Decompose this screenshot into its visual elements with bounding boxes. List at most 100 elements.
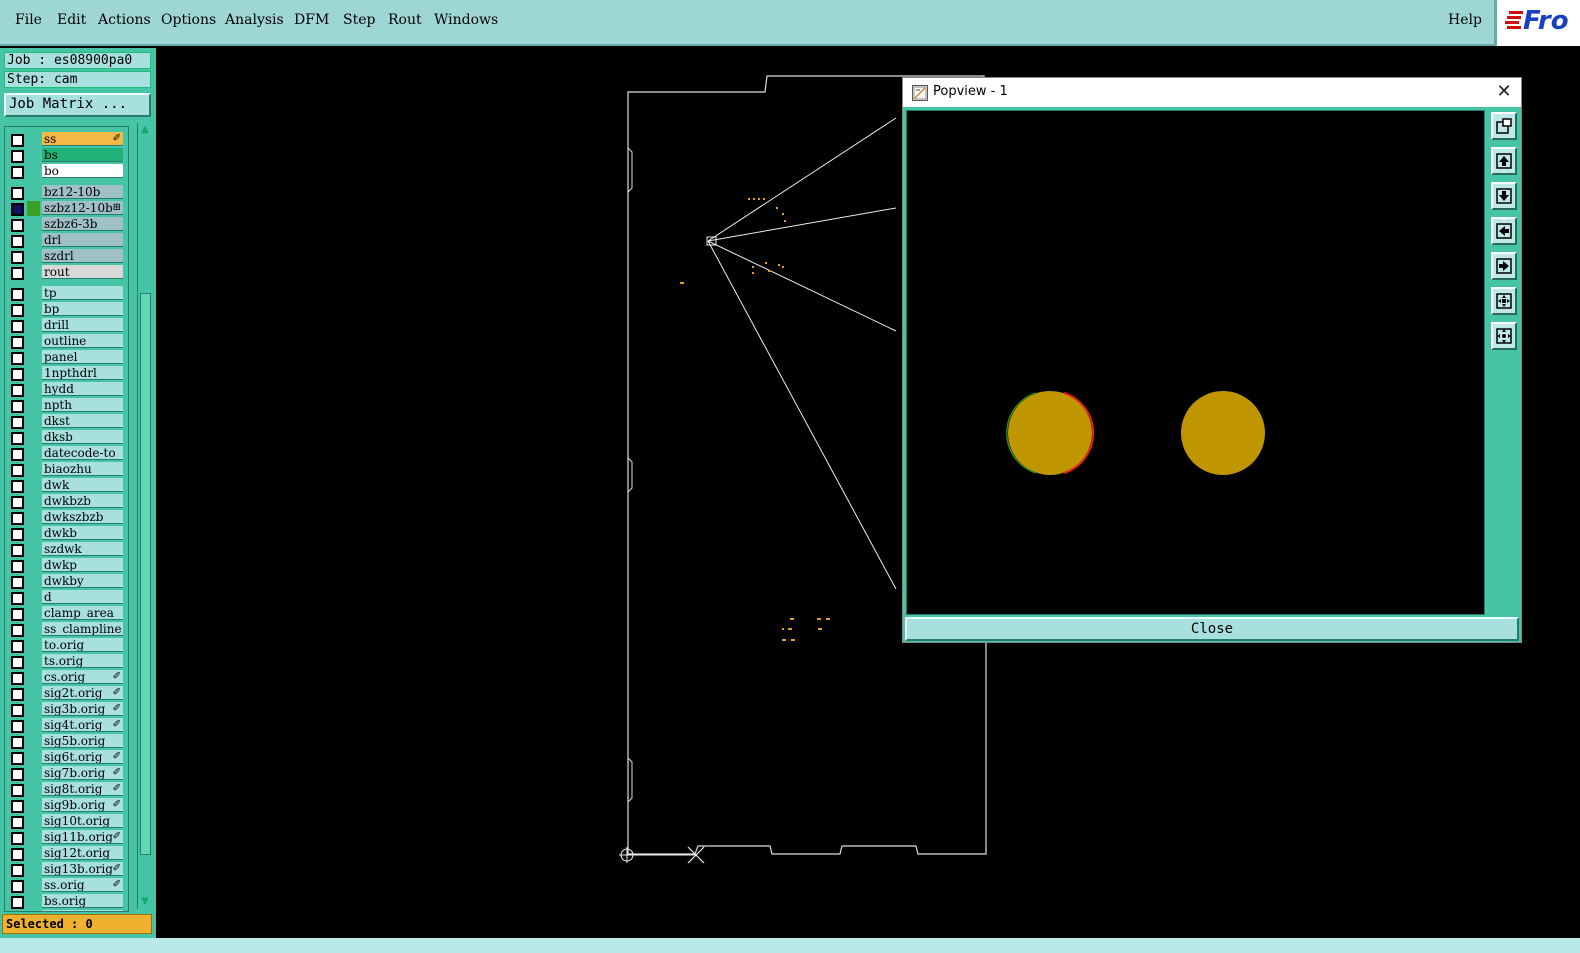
layer-name[interactable]: dwkb [42,526,123,540]
layer-row[interactable]: dksb [5,430,128,445]
menu-step[interactable]: Step [343,12,375,28]
layer-row[interactable]: sig6t.orig ✐ [5,750,128,765]
layer-name[interactable]: szdrl [42,249,123,263]
layer-affected-checkbox[interactable] [11,352,24,365]
layer-name[interactable]: sig8t.orig ✐ [42,782,123,796]
layer-name[interactable]: biaozhu [42,462,123,476]
layer-affected-checkbox[interactable] [11,656,24,669]
popview-titlebar[interactable]: Popview - 1 ✕ [903,78,1521,107]
layer-row[interactable]: hydd [5,382,128,397]
layer-name[interactable]: ss_clampline [42,622,123,636]
layer-affected-checkbox[interactable] [11,267,24,280]
layer-name[interactable]: dkst [42,414,123,428]
layer-row[interactable]: dwkby [5,574,128,589]
layer-row[interactable]: dkst [5,414,128,429]
scrollbar-thumb[interactable] [140,293,151,855]
layer-name[interactable]: tp [42,286,123,300]
layer-row[interactable]: sig7b.orig ✐ [5,766,128,781]
layer-row[interactable]: szdrl [5,249,128,264]
layer-row[interactable]: drill [5,318,128,333]
scroll-up-icon[interactable]: ▲ [138,123,152,137]
layer-affected-checkbox[interactable] [11,560,24,573]
layer-affected-checkbox[interactable] [11,832,24,845]
zoom-window-button[interactable] [1491,112,1517,140]
menu-analysis[interactable]: Analysis [225,12,284,28]
layer-affected-checkbox[interactable] [11,480,24,493]
layer-row[interactable]: ts.orig [5,654,128,669]
layer-row[interactable]: dwk [5,478,128,493]
layer-name[interactable]: ss.orig ✐ [42,878,123,892]
layer-name[interactable]: sig3b.orig ✐ [42,702,123,716]
layer-affected-checkbox[interactable] [11,416,24,429]
popview-canvas[interactable] [906,110,1485,615]
layer-affected-checkbox[interactable] [11,688,24,701]
layer-affected-checkbox[interactable] [11,864,24,877]
layer-name[interactable]: bs [42,148,123,162]
layer-row[interactable]: dwkszbzb [5,510,128,525]
layer-affected-checkbox[interactable] [11,544,24,557]
layer-name[interactable]: dwkp [42,558,123,572]
layer-name[interactable]: sig5b.orig [42,734,123,748]
menu-dfm[interactable]: DFM [294,12,329,28]
layer-name[interactable]: d [42,590,123,604]
layer-name[interactable]: sig12t.orig [42,846,123,860]
layer-display-marker[interactable] [27,201,40,216]
layer-name[interactable]: bp [42,302,123,316]
layer-row[interactable]: bz12-10b [5,185,128,200]
layer-row[interactable]: dwkb [5,526,128,541]
layer-name[interactable]: sig13b.orig ✐ [42,862,123,876]
layer-affected-checkbox[interactable] [11,720,24,733]
layer-name[interactable]: sig9b.orig ✐ [42,798,123,812]
layer-affected-checkbox[interactable] [11,400,24,413]
layer-affected-checkbox[interactable] [11,235,24,248]
menu-edit[interactable]: Edit [57,12,86,28]
layer-row[interactable]: d [5,590,128,605]
close-icon[interactable]: ✕ [1493,80,1515,104]
layer-affected-checkbox[interactable] [11,320,24,333]
menu-rout[interactable]: Rout [388,12,422,28]
layer-row[interactable]: sig5b.orig [5,734,128,749]
layer-row[interactable]: 1npthdrl [5,366,128,381]
layer-affected-checkbox[interactable] [11,219,24,232]
layer-name[interactable]: szbz12-10b ⊞ [42,201,123,215]
layer-affected-checkbox[interactable] [11,384,24,397]
layer-affected-checkbox[interactable] [11,816,24,829]
layer-affected-checkbox[interactable] [11,896,24,909]
layer-row[interactable]: bs [5,148,128,163]
layer-name[interactable]: panel [42,350,123,364]
layer-row[interactable]: bs.orig [5,894,128,909]
layer-row[interactable]: cs.orig ✐ [5,670,128,685]
layer-affected-checkbox[interactable] [11,592,24,605]
layer-affected-checkbox[interactable] [11,187,24,200]
layer-affected-checkbox[interactable] [11,768,24,781]
layer-name[interactable]: to.orig [42,638,123,652]
layer-name[interactable]: bs.orig [42,894,123,908]
layer-row[interactable]: sig9b.orig ✐ [5,798,128,813]
layer-row[interactable]: sig4t.orig ✐ [5,718,128,733]
layer-row[interactable]: rout [5,265,128,280]
layer-row[interactable]: sig8t.orig ✐ [5,782,128,797]
pan-up-button[interactable] [1491,147,1517,175]
layer-row[interactable]: bp [5,302,128,317]
layer-name[interactable]: datecode-to [42,446,123,460]
layer-name[interactable]: sig7b.orig ✐ [42,766,123,780]
layer-row[interactable]: npth [5,398,128,413]
layer-list-scrollbar[interactable]: ▲ ▼ [137,123,152,909]
layer-affected-checkbox[interactable] [11,134,24,147]
layer-row[interactable]: biaozhu [5,462,128,477]
layer-row[interactable]: bo [5,164,128,179]
layer-name[interactable]: dwkbzb [42,494,123,508]
layer-name[interactable]: sig10t.orig [42,814,123,828]
menu-help[interactable]: Help [1448,12,1482,28]
layer-row[interactable]: ss_clampline [5,622,128,637]
pan-left-button[interactable] [1491,217,1517,245]
layer-name[interactable]: dwk [42,478,123,492]
layer-name[interactable]: sig4t.orig ✐ [42,718,123,732]
layer-affected-checkbox[interactable] [11,336,24,349]
layer-affected-checkbox[interactable] [11,203,24,216]
layer-row[interactable]: tp [5,286,128,301]
layer-row[interactable]: sig10t.orig [5,814,128,829]
layer-name[interactable]: clamp_area [42,606,123,620]
zoom-fit-button[interactable] [1491,287,1517,315]
layer-row[interactable]: clamp_area [5,606,128,621]
